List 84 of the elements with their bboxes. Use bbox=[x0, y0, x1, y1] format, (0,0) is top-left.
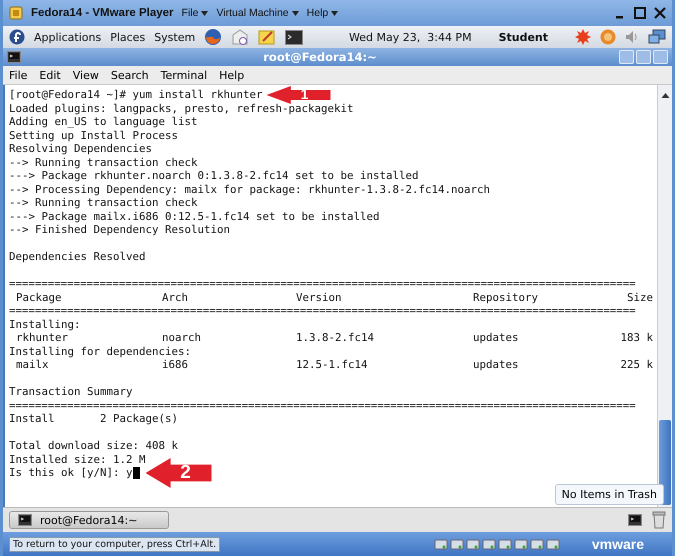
scrollbar[interactable] bbox=[657, 85, 672, 507]
separator-line: ================================================================================================= bbox=[9, 304, 636, 317]
clock[interactable]: Wed May 23, 3:44 PM bbox=[349, 30, 472, 44]
menu-item[interactable]: Help bbox=[306, 7, 338, 19]
network-icon[interactable] bbox=[648, 29, 666, 45]
device-icon[interactable] bbox=[450, 538, 464, 550]
notes-icon[interactable] bbox=[258, 29, 276, 45]
table-cell-text: updates bbox=[473, 358, 520, 372]
terminal-line: Install 2 Package(s) bbox=[9, 412, 178, 426]
device-icon[interactable] bbox=[498, 538, 512, 550]
table-cell-text: Package bbox=[16, 290, 63, 304]
terminal-line: Setting up Install Process bbox=[9, 128, 178, 142]
menu-item[interactable]: Terminal bbox=[160, 68, 208, 82]
table-cell-text: 183 k bbox=[619, 331, 653, 344]
status-hint: To return to your computer, press Ctrl+Alt. bbox=[9, 536, 220, 552]
device-icon[interactable] bbox=[482, 538, 496, 550]
trash-icon[interactable] bbox=[652, 511, 666, 529]
browser-icon[interactable] bbox=[204, 28, 222, 46]
menu-item[interactable]: Search bbox=[110, 68, 150, 82]
device-icon[interactable] bbox=[466, 538, 480, 550]
terminal-line: --> Processing Dependency: mailx for package: rkhunter-1.3.8-2.fc14.noarch bbox=[9, 182, 490, 196]
table-cell-text: Arch bbox=[162, 290, 190, 304]
table-cell-text: updates bbox=[473, 331, 520, 344]
terminal-title: root@Fedora14:~ bbox=[262, 50, 378, 64]
workspace-icon bbox=[628, 514, 642, 526]
table-cell-text: 225 k bbox=[619, 358, 653, 372]
panel-menu[interactable]: System bbox=[154, 30, 196, 44]
terminal-icon bbox=[7, 51, 21, 63]
maximize-button[interactable] bbox=[634, 7, 646, 19]
table-cell-text: i686 bbox=[162, 358, 190, 372]
menu-item[interactable]: Virtual Machine bbox=[216, 7, 299, 19]
menu-item[interactable]: View bbox=[72, 68, 100, 82]
speaker-icon[interactable] bbox=[625, 29, 639, 45]
caret-icon bbox=[292, 10, 299, 16]
close-button[interactable] bbox=[654, 7, 666, 19]
app-icon bbox=[9, 6, 23, 20]
table-cell-text: Size bbox=[626, 290, 653, 304]
terminal-line: Loaded plugins: langpacks, presto, refresh-packagekit bbox=[9, 102, 354, 115]
table-cell-text: 12.5-1.fc14 bbox=[296, 358, 369, 372]
caret-icon bbox=[201, 10, 208, 16]
terminal-line: --> Finished Dependency Resolution bbox=[9, 223, 230, 236]
terminal-icon bbox=[18, 514, 32, 526]
table-cell-text: Version bbox=[296, 290, 343, 304]
terminal-line: Installed size: 1.2 M bbox=[9, 452, 146, 466]
device-icon[interactable] bbox=[514, 538, 528, 550]
scrollbar-thumb[interactable] bbox=[659, 420, 671, 505]
panel-menu[interactable]: Applications bbox=[34, 30, 102, 44]
terminal-line: Dependencies Resolved bbox=[9, 250, 146, 264]
alert-icon[interactable] bbox=[575, 29, 591, 45]
table-cell-text: noarch bbox=[162, 331, 202, 344]
menu-item[interactable]: Help bbox=[218, 68, 246, 82]
terminal-line: [root@Fedora14 ~]# yum install rkhunter bbox=[9, 88, 263, 102]
menu-item[interactable]: Edit bbox=[38, 68, 62, 82]
terminal-icon[interactable] bbox=[285, 30, 304, 44]
vmware-logo: vmware bbox=[592, 536, 644, 552]
menu-item[interactable]: File bbox=[182, 7, 208, 19]
terminal-line: Transaction Summary bbox=[9, 385, 133, 398]
device-icon[interactable] bbox=[530, 538, 544, 550]
terminal-line: Installing for dependencies: bbox=[9, 344, 192, 358]
terminal-line: ---> Package mailx.i686 0:12.5-1.fc14 set to be installed bbox=[9, 210, 380, 223]
menu-item[interactable]: File bbox=[8, 68, 28, 82]
terminal-line: Is this ok [y/N]: y bbox=[9, 466, 133, 480]
separator-line: ================================================================================================= bbox=[9, 277, 636, 290]
terminal-line: --> Running transaction check bbox=[9, 156, 198, 169]
table-cell-text: Repository bbox=[473, 290, 540, 304]
caret-icon bbox=[331, 10, 338, 16]
window-title: Fedora14 - VMware Player bbox=[31, 7, 174, 19]
table-cell-text: 1.3.8-2.fc14 bbox=[296, 331, 376, 344]
terminal-line: Resolving Dependencies bbox=[9, 142, 152, 156]
terminal-line: Installing: bbox=[9, 318, 81, 331]
terminal-line: Adding en_US to language list bbox=[9, 115, 198, 128]
user-name[interactable]: Student bbox=[498, 30, 548, 44]
terminal-line: ---> Package rkhunter.noarch 0:1.3.8-2.fc14 set to be installed bbox=[9, 169, 419, 182]
terminal-line: Total download size: 408 k bbox=[9, 439, 178, 452]
device-icon[interactable] bbox=[546, 538, 560, 550]
table-cell-text: mailx bbox=[16, 358, 50, 372]
tooltip: No Items in Trash bbox=[554, 484, 664, 505]
taskbar-button[interactable]: root@Fedora14:~ bbox=[9, 511, 169, 529]
fedora-logo-icon[interactable] bbox=[9, 29, 25, 45]
terminal-line: --> Running transaction check bbox=[9, 196, 198, 210]
separator-line: ================================================================================================= bbox=[9, 398, 636, 412]
table-cell-text: rkhunter bbox=[16, 331, 70, 344]
panel-menu[interactable]: Places bbox=[110, 30, 146, 44]
device-icon[interactable] bbox=[434, 538, 448, 550]
